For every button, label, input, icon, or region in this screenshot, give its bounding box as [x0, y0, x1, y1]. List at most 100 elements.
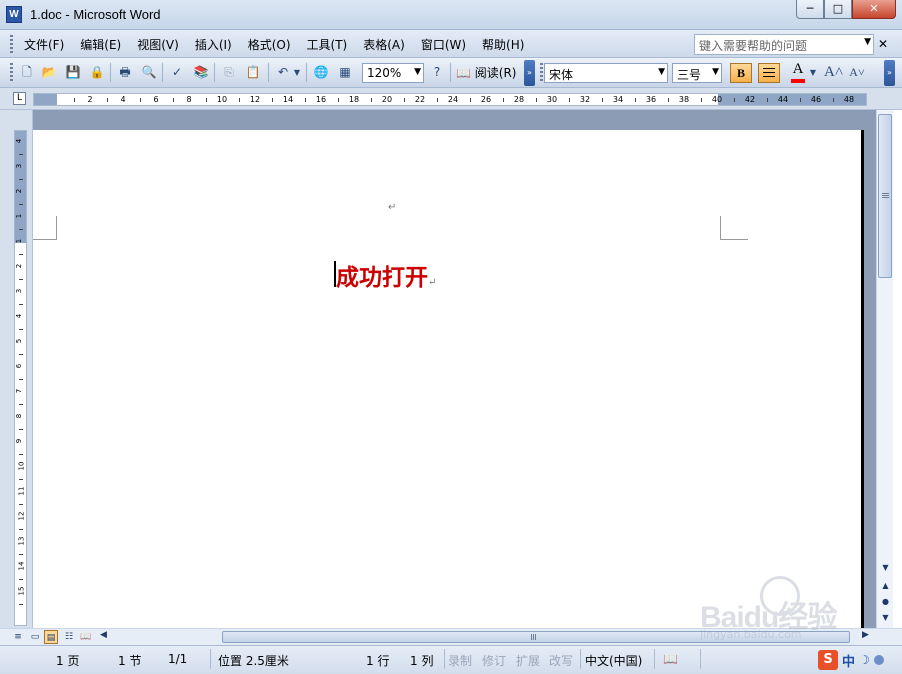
- ruler-tick: [19, 428, 23, 430]
- spelling-status-icon[interactable]: 📖: [663, 652, 678, 666]
- ruler-number: 9: [15, 438, 24, 444]
- print-preview-icon[interactable]: 🔍: [140, 64, 158, 81]
- ruler-tick: [19, 553, 23, 555]
- zoom-select[interactable]: 120% ▼: [362, 63, 424, 83]
- chevron-down-icon[interactable]: ▼: [712, 67, 719, 77]
- close-document-button[interactable]: ✕: [878, 37, 888, 51]
- ruler-tick: [19, 203, 23, 205]
- status-position: 位置 2.5厘米: [218, 654, 289, 668]
- punctuation-icon[interactable]: [873, 655, 884, 665]
- save-icon[interactable]: 💾: [64, 64, 82, 81]
- document-body-text[interactable]: 成功打开↵: [336, 258, 436, 292]
- menu-edit[interactable]: 编辑(E): [80, 36, 121, 53]
- reading-layout-button[interactable]: 📖 阅读(R): [456, 64, 516, 81]
- watermark-url: jingyan.baidu.com: [700, 628, 802, 641]
- paragraph-mark: ↵: [388, 202, 397, 213]
- bold-button[interactable]: B: [730, 63, 752, 83]
- toolbar-grip-icon[interactable]: [540, 63, 543, 81]
- reading-view-icon[interactable]: 📖: [79, 630, 93, 644]
- toolbar-grip-icon[interactable]: [10, 35, 13, 53]
- scroll-left-icon[interactable]: ◀: [100, 630, 107, 640]
- chevron-down-icon[interactable]: ▼: [292, 64, 302, 81]
- paste-icon[interactable]: 📋: [244, 64, 262, 81]
- vertical-scrollbar[interactable]: ▼ ▲ ● ▼: [876, 110, 893, 628]
- menu-file[interactable]: 文件(F): [24, 36, 64, 53]
- menu-insert[interactable]: 插入(I): [195, 36, 232, 53]
- toolbar-separator: [110, 63, 111, 82]
- scrollbar-thumb[interactable]: [878, 114, 892, 278]
- vertical-ruler-strip[interactable]: 4 3 2 1 1 2 3 4 5 6 7 8 9 10 11 12 13 14 15: [14, 130, 27, 626]
- ruler-tick: [19, 528, 23, 530]
- ime-mode-indicator[interactable]: 中: [842, 651, 855, 670]
- menu-help[interactable]: 帮助(H): [482, 36, 524, 53]
- ruler-number: 1: [15, 238, 24, 244]
- minimize-button[interactable]: ─: [796, 0, 824, 19]
- print-icon[interactable]: 🖶: [116, 64, 134, 81]
- undo-icon[interactable]: ↶: [274, 64, 292, 81]
- ruler-number: 10: [216, 95, 228, 104]
- ruler-number: 6: [153, 95, 159, 104]
- word-app-icon[interactable]: W: [6, 6, 22, 23]
- align-line: [763, 76, 775, 77]
- toolbar-separator: [162, 63, 163, 82]
- copy-icon[interactable]: ⎘: [220, 64, 238, 81]
- toolbar-options-icon[interactable]: »: [524, 60, 535, 86]
- toolbar-separator: [268, 63, 269, 82]
- ruler-tick: [19, 328, 23, 330]
- margin-corner-marker: [720, 216, 748, 240]
- hyperlink-icon[interactable]: 🌐: [312, 64, 330, 81]
- open-folder-icon[interactable]: 📂: [40, 64, 58, 81]
- help-search-input[interactable]: 键入需要帮助的问题 ▼: [694, 34, 874, 55]
- ruler-number: 4: [15, 313, 24, 319]
- ruler-number: 6: [15, 363, 24, 369]
- vertical-ruler: 4 3 2 1 1 2 3 4 5 6 7 8 9 10 11 12 13 14 15: [0, 110, 33, 628]
- chevron-down-icon[interactable]: ▼: [414, 67, 421, 77]
- menu-format[interactable]: 格式(O): [248, 36, 291, 53]
- document-page[interactable]: ↵ 成功打开↵: [33, 130, 864, 628]
- status-record[interactable]: 录制: [448, 652, 472, 669]
- outline-view-icon[interactable]: ☷: [62, 630, 76, 644]
- toolbar-options-icon[interactable]: »: [884, 60, 895, 86]
- ruler-number: 10: [17, 461, 26, 471]
- shrink-font-icon[interactable]: A˅: [848, 64, 866, 81]
- normal-view-icon[interactable]: ≡: [11, 630, 25, 644]
- sogou-ime-icon[interactable]: S: [818, 650, 838, 670]
- grow-font-icon[interactable]: A˄: [824, 64, 843, 81]
- status-overtype[interactable]: 改写: [549, 652, 573, 669]
- ruler-tick: [19, 353, 23, 355]
- menu-view[interactable]: 视图(V): [137, 36, 179, 53]
- spelling-icon[interactable]: ✓: [168, 64, 186, 81]
- status-track-changes[interactable]: 修订: [482, 652, 506, 669]
- chevron-down-icon[interactable]: ▼: [808, 64, 818, 81]
- menu-table[interactable]: 表格(A): [363, 36, 405, 53]
- close-button[interactable]: ✕: [852, 0, 896, 19]
- research-icon[interactable]: 📚: [192, 64, 210, 81]
- new-document-icon[interactable]: 🗋: [18, 64, 36, 81]
- permission-icon[interactable]: 🔒: [88, 64, 106, 81]
- ruler-strip[interactable]: 2 4 6 8 10 12 14 16 18 20 22 24 26 28 30 32 34 36 38 40 42 44…: [33, 93, 867, 106]
- help-icon[interactable]: ?: [428, 64, 446, 81]
- ruler-number: 46: [810, 95, 822, 104]
- tab-selector-button[interactable]: L: [13, 92, 26, 105]
- ruler-number: 20: [381, 95, 393, 104]
- font-size-select[interactable]: 三号 ▼: [672, 63, 722, 83]
- ruler-number: 13: [17, 536, 26, 546]
- chevron-down-icon[interactable]: ▼: [658, 67, 665, 77]
- status-separator: [654, 649, 655, 669]
- font-name-select[interactable]: 宋体 ▼: [544, 63, 668, 83]
- maximize-button[interactable]: □: [824, 0, 852, 19]
- menu-tools[interactable]: 工具(T): [307, 36, 348, 53]
- print-view-icon[interactable]: ▤: [44, 630, 58, 644]
- web-view-icon[interactable]: ▭: [28, 630, 42, 644]
- font-color-button[interactable]: A: [789, 61, 807, 83]
- table-icon[interactable]: ▦: [336, 64, 354, 81]
- menu-window[interactable]: 窗口(W): [421, 36, 466, 53]
- toolbar-grip-icon[interactable]: [10, 63, 13, 81]
- chevron-down-icon[interactable]: ▼: [864, 37, 871, 47]
- status-extend[interactable]: 扩展: [516, 652, 540, 669]
- ruler-number: 48: [843, 95, 855, 104]
- half-width-icon[interactable]: ☽: [859, 653, 870, 667]
- status-language[interactable]: 中文(中国): [585, 652, 642, 669]
- input-method-bar[interactable]: S 中 ☽: [818, 649, 902, 671]
- center-align-button[interactable]: [758, 63, 780, 83]
